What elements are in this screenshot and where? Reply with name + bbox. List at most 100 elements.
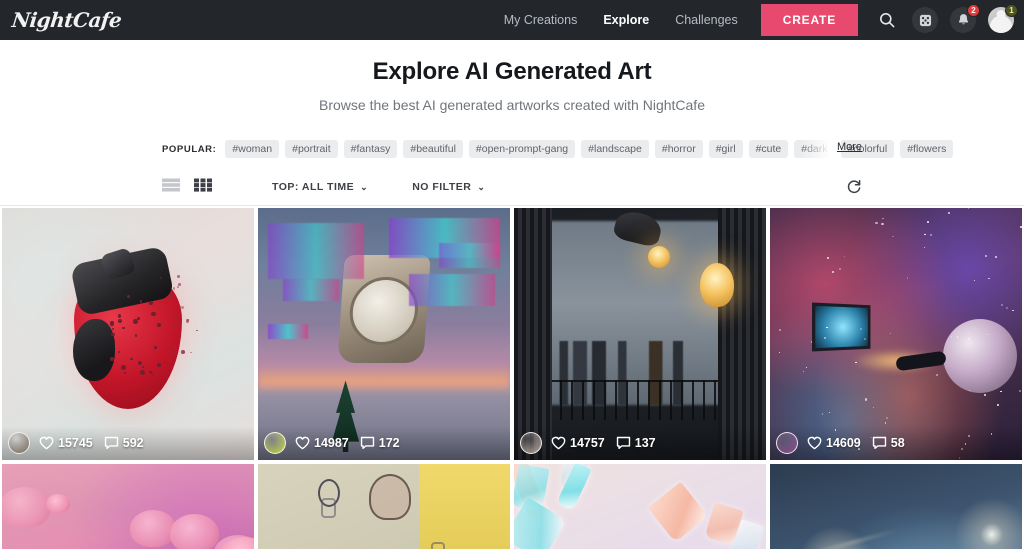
artwork-card[interactable]: 14609 58 <box>768 206 1024 462</box>
artwork-image <box>258 208 510 460</box>
artwork-author-avatar[interactable] <box>8 432 30 454</box>
nav-link-my-creations[interactable]: My Creations <box>504 13 578 27</box>
heart-speck <box>110 357 114 361</box>
star <box>885 422 887 424</box>
tag-pill[interactable]: #girl <box>709 140 743 158</box>
page-title: Explore AI Generated Art <box>0 58 1024 86</box>
star <box>936 374 938 376</box>
heart-disintegration-particle <box>173 287 175 289</box>
comment-count[interactable]: 58 <box>872 436 905 450</box>
yellow-panel <box>419 464 510 549</box>
artwork-stats-overlay: 14757 137 <box>514 426 766 460</box>
artwork-author-avatar[interactable] <box>264 432 286 454</box>
nav-link-challenges[interactable]: Challenges <box>675 13 738 27</box>
heart-disintegration-particle <box>177 275 181 279</box>
star <box>997 404 999 406</box>
coral-bloom <box>130 510 177 547</box>
star <box>930 234 932 236</box>
more-tags-link[interactable]: More <box>837 141 862 153</box>
tag-pill[interactable]: #beautiful <box>403 140 463 158</box>
like-count[interactable]: 14987 <box>295 436 349 450</box>
star <box>1020 226 1022 228</box>
page-subtitle: Browse the best AI generated artworks cr… <box>0 97 1024 113</box>
comment-icon <box>616 436 631 450</box>
heart-disintegration-particle <box>181 350 185 354</box>
heart-icon <box>295 436 310 450</box>
like-count[interactable]: 15745 <box>39 436 93 450</box>
star <box>984 394 986 396</box>
popular-tags-row: POPULAR: #woman #portrait #fantasy #beautif… <box>0 139 1024 159</box>
heart-disintegration-particle <box>160 277 162 279</box>
tag-pill[interactable]: #dark <box>794 140 834 158</box>
star <box>882 218 884 220</box>
like-count[interactable]: 14757 <box>551 436 605 450</box>
comment-icon <box>360 436 375 450</box>
artwork-stats-overlay: 15745 592 <box>2 426 254 460</box>
heart-disintegration-particle <box>177 321 181 325</box>
coral-bloom <box>170 514 219 549</box>
comment-icon <box>872 436 887 450</box>
artwork-grid: 15745 592 14987 172 14757 137 14609 58 <box>0 206 1024 549</box>
search-icon[interactable] <box>874 7 900 33</box>
tag-pill[interactable]: #landscape <box>581 140 649 158</box>
bell-icon[interactable]: 2 <box>950 7 976 33</box>
comment-count[interactable]: 592 <box>104 436 144 450</box>
artwork-card[interactable] <box>0 462 256 549</box>
tag-pill[interactable]: #flowers <box>900 140 953 158</box>
comment-count-value: 137 <box>635 436 656 450</box>
tag-pill[interactable]: #fantasy <box>344 140 398 158</box>
artwork-card[interactable] <box>768 462 1024 549</box>
artwork-author-avatar[interactable] <box>520 432 542 454</box>
tag-pill[interactable]: #woman <box>225 140 279 158</box>
star <box>779 352 780 353</box>
filter-dropdown[interactable]: NO FILTER ⌄ <box>412 181 485 193</box>
tag-pill[interactable]: #portrait <box>285 140 338 158</box>
star <box>873 407 874 408</box>
comment-count[interactable]: 172 <box>360 436 400 450</box>
create-button[interactable]: CREATE <box>761 4 858 36</box>
like-count-value: 14987 <box>314 436 349 450</box>
star <box>1012 310 1014 312</box>
heart-speck <box>110 321 114 325</box>
artwork-author-avatar[interactable] <box>776 432 798 454</box>
lamp-bulb-large <box>700 263 734 307</box>
star <box>806 367 807 368</box>
artwork-image <box>514 208 766 460</box>
tag-pill[interactable]: #cute <box>749 140 789 158</box>
bell-badge-count: 2 <box>967 4 980 17</box>
heart-icon <box>39 436 54 450</box>
list-view-icon[interactable] <box>162 178 180 197</box>
artwork-card[interactable]: 15745 592 <box>0 206 256 462</box>
nightcafe-logo[interactable]: NightCafe <box>11 8 123 32</box>
sort-dropdown[interactable]: TOP: ALL TIME ⌄ <box>272 181 368 193</box>
dice-icon[interactable] <box>912 7 938 33</box>
artwork-card[interactable]: 14987 172 <box>256 206 512 462</box>
heart-disintegration-particle <box>174 352 176 354</box>
glitch-artifact <box>283 279 338 302</box>
star <box>995 256 997 258</box>
heart-speck <box>135 334 137 336</box>
artwork-image <box>514 464 766 549</box>
star <box>957 336 958 337</box>
light-wisp <box>809 529 899 549</box>
heart-disintegration-particle <box>170 298 172 300</box>
refresh-icon[interactable] <box>846 179 862 195</box>
avatar[interactable]: 1 <box>988 7 1014 33</box>
artwork-card[interactable]: 14757 137 <box>512 206 768 462</box>
tag-pill[interactable]: #open-prompt-gang <box>469 140 575 158</box>
lamp-bulb-small <box>648 246 670 268</box>
tag-pill[interactable]: #horror <box>655 140 703 158</box>
filter-dropdown-group: TOP: ALL TIME ⌄ NO FILTER ⌄ <box>272 181 529 193</box>
artwork-card[interactable] <box>512 462 768 549</box>
nav-link-explore[interactable]: Explore <box>603 13 649 27</box>
star <box>826 327 827 328</box>
grid-view-icon[interactable] <box>194 178 212 197</box>
star <box>875 222 877 224</box>
star <box>951 336 953 338</box>
comment-count[interactable]: 137 <box>616 436 656 450</box>
doodle-box <box>431 542 445 549</box>
sort-dropdown-label: TOP: ALL TIME <box>272 181 354 193</box>
heart-disintegration-particle <box>181 306 184 309</box>
artwork-card[interactable] <box>256 462 512 549</box>
like-count[interactable]: 14609 <box>807 436 861 450</box>
